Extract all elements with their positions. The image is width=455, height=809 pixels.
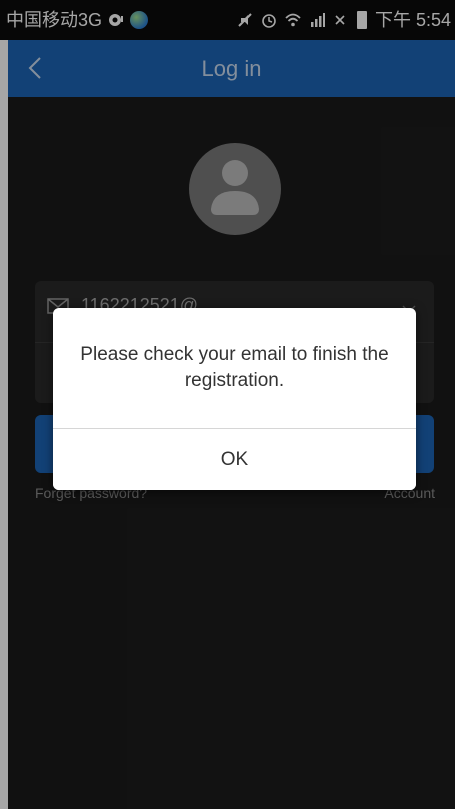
login-screen: 中国移动3G <box>0 0 455 809</box>
registration-dialog: Please check your email to finish the re… <box>53 308 416 490</box>
dialog-message: Please check your email to finish the re… <box>80 344 389 391</box>
ok-button[interactable]: OK <box>53 429 416 490</box>
